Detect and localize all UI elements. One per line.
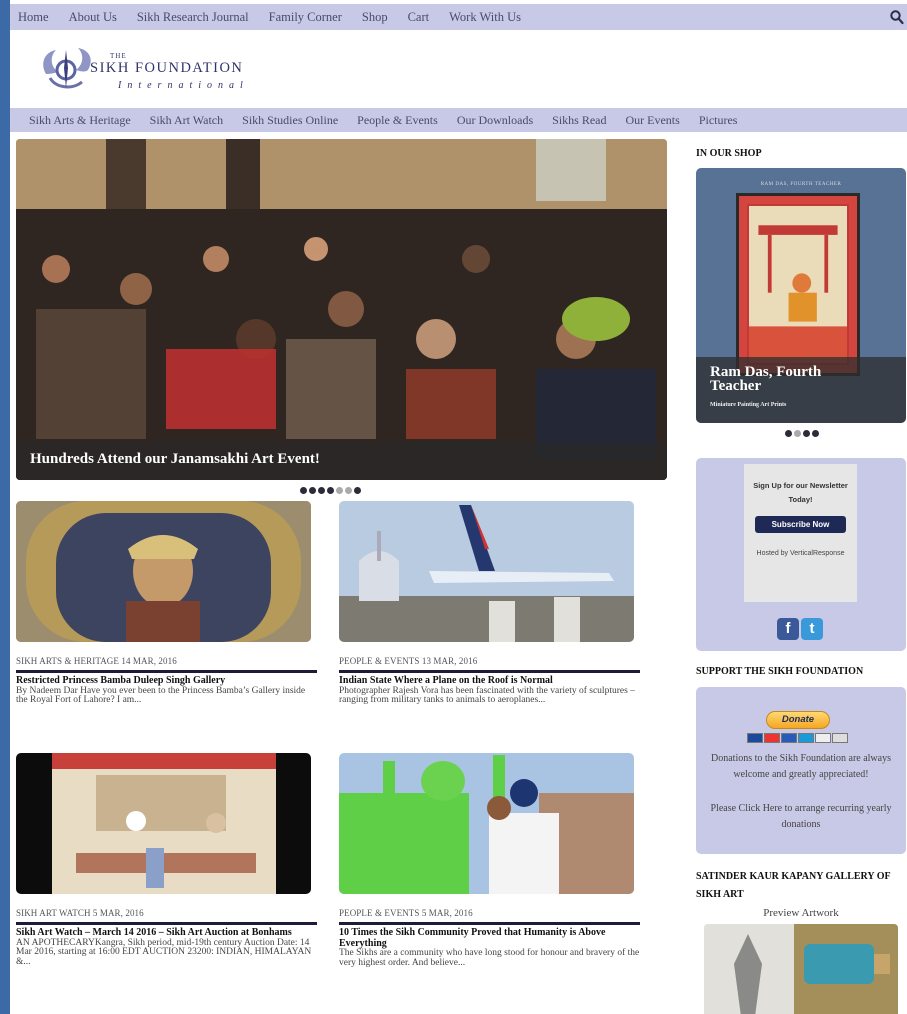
article-card: SIKH ART WATCH 5 MAR, 2016 Sikh Art Watc… <box>16 753 319 968</box>
newsletter-heading: Sign Up for our Newsletter Today! <box>753 481 848 504</box>
mainnav-people-events[interactable]: People & Events <box>357 113 438 128</box>
top-menu: Home About Us Sikh Research Journal Fami… <box>10 4 533 30</box>
mainnav-sikh-arts-heritage[interactable]: Sikh Arts & Heritage <box>29 113 131 128</box>
shop-product-image <box>736 193 860 376</box>
shop-pagination <box>785 430 819 437</box>
shop-product-subtitle: Miniature Painting Art Prints <box>710 402 787 408</box>
twitter-icon[interactable]: t <box>801 618 823 640</box>
article-meta: PEOPLE & EVENTS 13 MAR, 2016 <box>339 656 478 666</box>
preview-artwork-label[interactable]: Preview Artwork <box>696 907 906 919</box>
article-title[interactable]: Restricted Princess Bamba Duleep Singh G… <box>16 675 319 687</box>
shop-heading: IN OUR SHOP <box>696 148 762 159</box>
article-card: SIKH ARTS & HERITAGE 14 MAR, 2016 Restri… <box>16 501 319 706</box>
newsletter-signup: Sign Up for our Newsletter Today! Subscr… <box>744 464 857 602</box>
topnav-home[interactable]: Home <box>18 10 49 25</box>
logo-name[interactable]: SIKH FOUNDATION <box>90 60 243 77</box>
article-excerpt: By Nadeem Dar Have you ever been to the … <box>16 685 306 706</box>
article-excerpt: The Sikhs are a community who have long … <box>339 948 640 968</box>
shop-dot[interactable] <box>803 430 810 437</box>
article-card: PEOPLE & EVENTS 5 MAR, 2016 10 Times the… <box>339 753 642 969</box>
slider-dot[interactable] <box>318 487 325 494</box>
mainnav-pictures[interactable]: Pictures <box>699 113 738 128</box>
slider-pagination <box>300 487 361 494</box>
article-title[interactable]: 10 Times the Sikh Community Proved that … <box>339 927 642 949</box>
mainnav-sikh-art-watch[interactable]: Sikh Art Watch <box>150 113 223 128</box>
article-meta: SIKH ART WATCH 5 MAR, 2016 <box>16 908 144 918</box>
divider <box>16 670 317 673</box>
mainnav-our-downloads[interactable]: Our Downloads <box>457 113 533 128</box>
topnav-about-us[interactable]: About Us <box>69 10 117 25</box>
book-cover-title: RAM DAS, FOURTH TEACHER <box>760 182 842 187</box>
logo-international: International <box>118 80 249 91</box>
topnav-cart[interactable]: Cart <box>408 10 430 25</box>
topnav-work-with-us[interactable]: Work With Us <box>449 10 521 25</box>
topnav-family-corner[interactable]: Family Corner <box>269 10 342 25</box>
gallery-artwork-image[interactable] <box>704 924 898 1014</box>
slider-dot[interactable] <box>327 487 334 494</box>
article-title[interactable]: Indian State Where a Plane on the Roof i… <box>339 675 642 687</box>
search-icon[interactable] <box>889 8 905 26</box>
donate-widget: Donate Donations to the Sikh Foundation … <box>696 687 906 854</box>
divider <box>16 922 317 925</box>
shop-dot[interactable] <box>794 430 801 437</box>
slider-dot[interactable] <box>345 487 352 494</box>
slider-image <box>16 139 667 480</box>
topnav-shop[interactable]: Shop <box>362 10 388 25</box>
article-excerpt: Photographer Rajesh Vora has been fascin… <box>339 685 635 706</box>
article-meta: SIKH ARTS & HERITAGE 14 MAR, 2016 <box>16 656 177 666</box>
article-thumbnail[interactable] <box>339 753 634 894</box>
main-navigation: Sikh Arts & Heritage Sikh Art Watch Sikh… <box>10 108 907 132</box>
khanda-logo-icon[interactable] <box>36 44 98 96</box>
article-thumbnail[interactable] <box>16 501 311 642</box>
featured-slider[interactable]: Hundreds Attend our Janamsakhi Art Event… <box>16 139 667 480</box>
article-thumbnail[interactable] <box>339 501 634 642</box>
shop-dot[interactable] <box>785 430 792 437</box>
hosted-by-text: Hosted by VerticalResponse <box>756 550 845 557</box>
article-thumbnail[interactable] <box>16 753 311 894</box>
slider-dot[interactable] <box>336 487 343 494</box>
shop-caption: Ram Das, Fourth Teacher Miniature Painti… <box>696 357 906 423</box>
recurring-donation-link[interactable]: Please Click Here to arrange recurring y… <box>704 801 898 833</box>
slider-dot[interactable] <box>309 487 316 494</box>
page-frame: Home About Us Sikh Research Journal Fami… <box>10 0 907 1014</box>
slider-dot[interactable] <box>354 487 361 494</box>
newsletter-widget: Sign Up for our Newsletter Today! Subscr… <box>696 458 906 651</box>
slider-dot[interactable] <box>300 487 307 494</box>
article-meta: PEOPLE & EVENTS 5 MAR, 2016 <box>339 908 473 918</box>
article-title[interactable]: Sikh Art Watch – March 14 2016 – Sikh Ar… <box>16 927 319 939</box>
subscribe-button[interactable]: Subscribe Now <box>755 516 846 533</box>
facebook-icon[interactable]: f <box>777 618 799 640</box>
donate-button[interactable]: Donate <box>766 711 830 729</box>
support-heading: SUPPORT THE SIKH FOUNDATION <box>696 666 864 677</box>
donation-message: Donations to the Sikh Foundation are alw… <box>711 753 891 780</box>
gallery-heading: SATINDER KAUR KAPANY GALLERY OF SIKH ART <box>696 871 891 900</box>
payment-cards-icon <box>747 733 848 743</box>
shop-slider[interactable]: RAM DAS, FOURTH TEACHER Ram Das, Fourth <box>696 168 906 423</box>
topnav-sikh-research-journal[interactable]: Sikh Research Journal <box>137 10 249 25</box>
social-links: f t <box>777 618 823 640</box>
logo-the: THE <box>110 52 127 60</box>
mainnav-sikh-studies-online[interactable]: Sikh Studies Online <box>242 113 338 128</box>
mainnav-our-events[interactable]: Our Events <box>625 113 679 128</box>
shop-dot[interactable] <box>812 430 819 437</box>
site-header: THE SIKH FOUNDATION International <box>10 30 907 108</box>
article-card: PEOPLE & EVENTS 13 MAR, 2016 Indian Stat… <box>339 501 642 706</box>
article-excerpt: AN APOTHECARYKangra, Sikh period, mid-19… <box>16 937 312 968</box>
top-navigation: Home About Us Sikh Research Journal Fami… <box>10 4 907 30</box>
divider <box>339 922 640 925</box>
divider <box>339 670 640 673</box>
shop-product-title[interactable]: Ram Das, Fourth Teacher <box>710 365 860 394</box>
slider-caption-text[interactable]: Hundreds Attend our Janamsakhi Art Event… <box>30 451 320 468</box>
slider-caption: Hundreds Attend our Janamsakhi Art Event… <box>16 442 667 480</box>
mainnav-sikhs-read[interactable]: Sikhs Read <box>552 113 606 128</box>
